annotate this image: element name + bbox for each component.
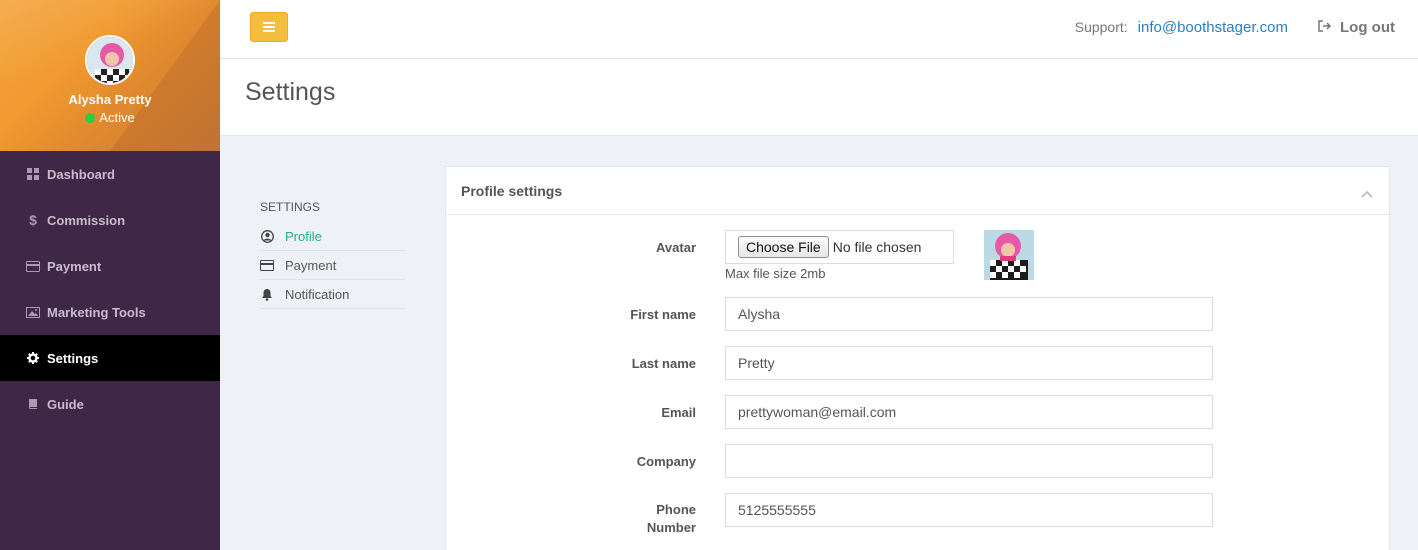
- image-icon: [25, 306, 41, 318]
- support-email-link[interactable]: info@boothstager.com: [1138, 19, 1288, 36]
- user-name: Alysha Pretty: [68, 92, 152, 107]
- sidebar-item-dashboard[interactable]: Dashboard: [0, 151, 220, 197]
- phone-label-line1: Phone: [656, 502, 696, 517]
- first-name-field[interactable]: [725, 297, 1213, 331]
- email-field[interactable]: [725, 395, 1213, 429]
- sidebar-item-settings[interactable]: Settings: [0, 335, 220, 381]
- sidebar-item-label: Dashboard: [47, 166, 115, 182]
- chevron-up-icon[interactable]: [1361, 185, 1373, 201]
- file-size-hint: Max file size 2mb: [725, 266, 826, 281]
- sidebar-item-commission[interactable]: $ Commission: [0, 197, 220, 243]
- subnav-title: SETTINGS: [260, 200, 321, 214]
- avatar[interactable]: [85, 35, 135, 85]
- profile-card: Alysha Pretty Active: [0, 0, 220, 151]
- choose-file-button[interactable]: Choose File: [738, 236, 829, 258]
- sidebar-item-marketing-tools[interactable]: Marketing Tools: [0, 289, 220, 335]
- phone-label-line2: Number: [646, 520, 696, 535]
- subnav-item-profile[interactable]: Profile: [260, 222, 405, 251]
- phone-label: Phone Number: [536, 501, 696, 537]
- profile-settings-panel: Profile settings Avatar Choose File No f…: [445, 166, 1390, 550]
- sidebar-item-label: Commission: [47, 212, 126, 228]
- email-label: Email: [661, 405, 696, 420]
- credit-card-icon: [25, 260, 41, 272]
- book-icon: [25, 398, 41, 410]
- subnav-item-payment[interactable]: Payment: [260, 251, 405, 280]
- logout-label: Log out: [1340, 19, 1395, 36]
- sidebar-item-label: Guide: [47, 396, 84, 412]
- gear-icon: [25, 352, 41, 364]
- panel-header: Profile settings: [446, 167, 1389, 215]
- subnav-item-label: Payment: [285, 257, 337, 273]
- sidebar-nav: Dashboard $ Commission Payment Marketing…: [0, 151, 220, 427]
- dashboard-icon: [25, 168, 41, 180]
- company-label: Company: [636, 454, 696, 469]
- sidebar-item-payment[interactable]: Payment: [0, 243, 220, 289]
- support-label: Support:: [1074, 19, 1128, 35]
- page-title: Settings: [245, 78, 336, 106]
- hamburger-icon: [263, 20, 275, 35]
- sidebar-item-label: Payment: [47, 258, 102, 274]
- logout-button[interactable]: Log out: [1318, 19, 1395, 36]
- phone-number-field[interactable]: [725, 493, 1213, 527]
- dollar-icon: $: [29, 212, 37, 228]
- topbar: Support: info@boothstager.com Log out: [220, 0, 1418, 59]
- last-name-field[interactable]: [725, 346, 1213, 380]
- credit-card-icon: [260, 259, 274, 271]
- user-status: Active: [0, 110, 220, 125]
- logout-icon: [1318, 19, 1332, 36]
- subnav-item-label: Profile: [285, 228, 322, 244]
- last-name-label: Last name: [631, 356, 696, 371]
- file-status: No file chosen: [832, 239, 922, 255]
- subnav-item-notification[interactable]: Notification: [260, 280, 405, 309]
- avatar-preview: [984, 230, 1034, 280]
- sidebar: Alysha Pretty Active Dashboard $ Commiss…: [0, 0, 220, 550]
- panel-title: Profile settings: [461, 183, 563, 199]
- company-field[interactable]: [725, 444, 1213, 478]
- subnav-item-label: Notification: [285, 286, 350, 302]
- settings-subnav: SETTINGS Profile Payment Notification: [260, 200, 405, 309]
- user-circle-icon: [260, 229, 274, 243]
- sidebar-item-label: Settings: [47, 350, 99, 366]
- menu-toggle-button[interactable]: [250, 12, 288, 42]
- status-text: Active: [99, 110, 135, 125]
- page-header: Settings: [220, 59, 1418, 136]
- sidebar-item-guide[interactable]: Guide: [0, 381, 220, 427]
- avatar-label: Avatar: [656, 240, 696, 255]
- avatar-file-input[interactable]: Choose File No file chosen: [725, 230, 954, 264]
- sidebar-item-label: Marketing Tools: [47, 304, 146, 320]
- bell-icon: [260, 288, 274, 301]
- first-name-label: First name: [630, 307, 696, 322]
- support-info: Support: info@boothstager.com: [1075, 19, 1288, 36]
- status-dot-icon: [85, 113, 96, 123]
